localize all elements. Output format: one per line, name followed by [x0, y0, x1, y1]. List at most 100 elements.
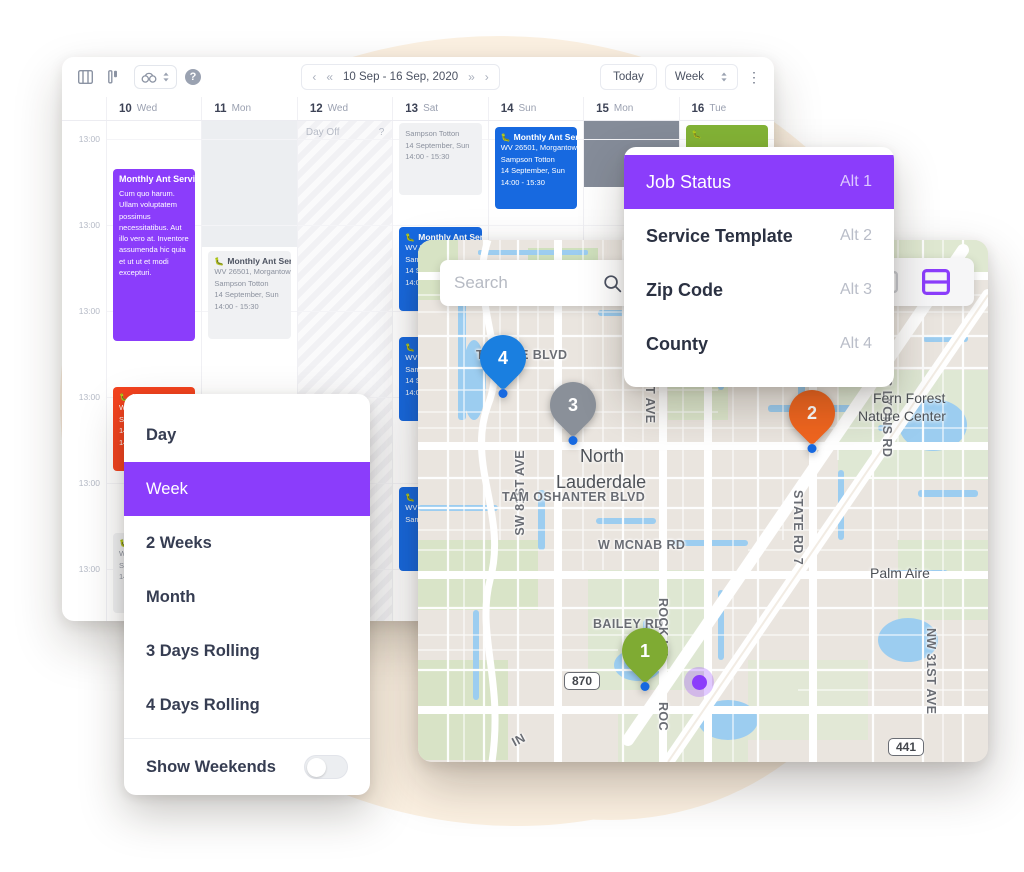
day-weekday: Wed [136, 103, 158, 114]
split-view-icon[interactable] [922, 269, 950, 295]
show-weekends-toggle[interactable] [304, 755, 348, 779]
day-column-header[interactable]: 12 Wed [296, 97, 392, 120]
map-marker-label: 3 [567, 394, 578, 415]
map-marker[interactable]: 3 [550, 382, 596, 445]
menu-item-label: Job Status [646, 171, 732, 192]
day-number: 16 [691, 102, 705, 115]
view-select[interactable]: Week [664, 64, 739, 90]
menu-item-shortcut: Alt 3 [839, 281, 872, 298]
map-marker[interactable]: 2 [789, 390, 835, 453]
time-label: 13:00 [78, 392, 100, 402]
time-label: 13:00 [78, 220, 100, 230]
calendar-day-header: 10 Wed 11 Mon 12 Wed 13 Sat 14 Sun 15 Mo… [62, 97, 774, 121]
event-title: Monthly Ant Service [119, 174, 196, 184]
day-column-header[interactable]: 11 Mon [201, 97, 296, 120]
event-address: WV 26501, Morgantown, WV [214, 267, 291, 276]
ant-icon: 🐛 [214, 256, 225, 266]
event-person: Sampson Totton [214, 278, 269, 288]
resource-select[interactable] [134, 65, 177, 89]
menu-item-shortcut: Alt 1 [839, 173, 872, 190]
help-icon[interactable]: ? [185, 69, 201, 85]
day-column-header[interactable]: 14 Sun [487, 97, 583, 120]
calendar-event[interactable]: 🐛 Monthly Ant Service WV 26501, Morganto… [208, 251, 291, 339]
today-button[interactable]: Today [600, 64, 657, 90]
ant-icon: 🐛 [405, 232, 416, 242]
map-marker-badge: 3 [550, 382, 596, 428]
map-cluster-dot[interactable] [684, 667, 714, 697]
event-date: 14 September, Sun [214, 290, 279, 300]
ant-icon: 🐛 [691, 130, 702, 139]
menu-item-zip-code[interactable]: Zip Code Alt 3 [624, 263, 894, 317]
event-title: 🐛 Monthly Ant Service [214, 256, 290, 266]
calendar-view-menu[interactable]: Day Week 2 Weeks Month 3 Days Rolling 4 … [124, 394, 370, 795]
calendar-event[interactable]: Monthly Ant Service Cum quo harum. Ullam… [113, 169, 196, 341]
view-menu-item-2-weeks[interactable]: 2 Weeks [124, 516, 370, 570]
prev-week-button[interactable]: « [326, 71, 333, 83]
menu-item-service-template[interactable]: Service Template Alt 2 [624, 209, 894, 263]
map-route-shield: 441 [888, 738, 925, 756]
chevron-updown-icon [163, 72, 169, 82]
date-range-nav[interactable]: ‹ « 10 Sep - 16 Sep, 2020 » › [301, 64, 500, 90]
show-weekends-row[interactable]: Show Weekends [124, 739, 370, 795]
ant-icon: 🐛 [500, 132, 511, 142]
view-menu-item-month[interactable]: Month [124, 570, 370, 624]
day-number: 13 [405, 102, 419, 115]
next-week-button[interactable]: » [468, 71, 475, 83]
event-date: 14 September, Sun [405, 140, 470, 150]
day-column-header[interactable]: 16 Tue [678, 97, 774, 120]
day-number: 11 [214, 102, 227, 115]
board-view-icon[interactable] [104, 66, 126, 88]
map-marker[interactable]: 1 [622, 628, 668, 691]
prev-day-button[interactable]: ‹ [312, 71, 316, 83]
day-weekday: Sun [518, 103, 537, 114]
day-off-badge: ? [378, 126, 385, 138]
map-marker-badge: 2 [789, 390, 835, 436]
event-title: 🐛 [692, 130, 762, 139]
event-title: 🐛 Monthly Ant Service [500, 132, 577, 142]
event-person: Sampson Totton [500, 154, 555, 164]
calendar-toolbar: ? ‹ « 10 Sep - 16 Sep, 2020 » › Today We… [62, 57, 774, 97]
show-weekends-label: Show Weekends [146, 757, 276, 776]
day-weekday: Mon [613, 103, 634, 114]
event-time: 14:00 - 15:30 [214, 301, 259, 311]
view-menu-item-week[interactable]: Week [124, 462, 370, 516]
menu-item-shortcut: Alt 2 [839, 227, 872, 244]
day-weekday: Tue [709, 103, 727, 114]
map-marker-badge: 4 [480, 335, 526, 381]
view-menu-item-day[interactable]: Day [124, 408, 370, 462]
map-search-box[interactable]: Search [440, 260, 636, 306]
search-icon[interactable] [603, 274, 622, 293]
time-gutter: 13:00 13:00 13:00 13:00 13:00 13:00 [62, 121, 106, 621]
screenshot-root: ? ‹ « 10 Sep - 16 Sep, 2020 » › Today We… [0, 0, 1024, 872]
view-menu-item-3-days-rolling[interactable]: 3 Days Rolling [124, 624, 370, 678]
day-weekday: Mon [231, 103, 252, 114]
menu-item-job-status[interactable]: Job Status Alt 1 [624, 155, 894, 209]
toggle-knob [307, 758, 326, 777]
menu-item-county[interactable]: County Alt 4 [624, 317, 894, 371]
event-time: 14:00 - 15:30 [500, 177, 545, 187]
menu-item-label: Zip Code [646, 279, 723, 300]
more-options-icon[interactable]: ⋮ [746, 69, 762, 86]
group-by-menu[interactable]: Job Status Alt 1 Service Template Alt 2 … [624, 147, 894, 387]
map-marker-badge: 1 [622, 628, 668, 674]
day-column-header[interactable]: 13 Sat [392, 97, 487, 120]
calendar-event[interactable]: Sampson Totton 14 September, Sun 14:00 -… [399, 123, 482, 195]
time-label: 13:00 [78, 134, 100, 144]
view-menu-item-4-days-rolling[interactable]: 4 Days Rolling [124, 678, 370, 732]
search-input[interactable]: Search [454, 273, 603, 293]
columns-view-icon[interactable] [74, 66, 96, 88]
menu-item-shortcut: Alt 4 [839, 335, 872, 352]
event-date: 14 September, Sun [500, 166, 565, 176]
map-marker[interactable]: 4 [480, 335, 526, 398]
next-day-button[interactable]: › [485, 71, 489, 83]
day-weekday: Sat [423, 103, 439, 114]
ant-icon: 🐛 [405, 342, 416, 352]
event-address: WV 26501, Morgantown, WV [500, 143, 577, 152]
day-column-header[interactable]: 10 Wed [106, 97, 201, 120]
time-label: 13:00 [78, 306, 100, 316]
event-body: Cum quo harum. Ullam voluptatem possimus… [119, 189, 189, 277]
day-number: 14 [500, 102, 514, 115]
map-marker-anchor-dot [807, 444, 817, 453]
calendar-event[interactable]: 🐛 Monthly Ant Service WV 26501, Morganto… [494, 127, 578, 209]
day-column-header[interactable]: 15 Mon [583, 97, 678, 120]
